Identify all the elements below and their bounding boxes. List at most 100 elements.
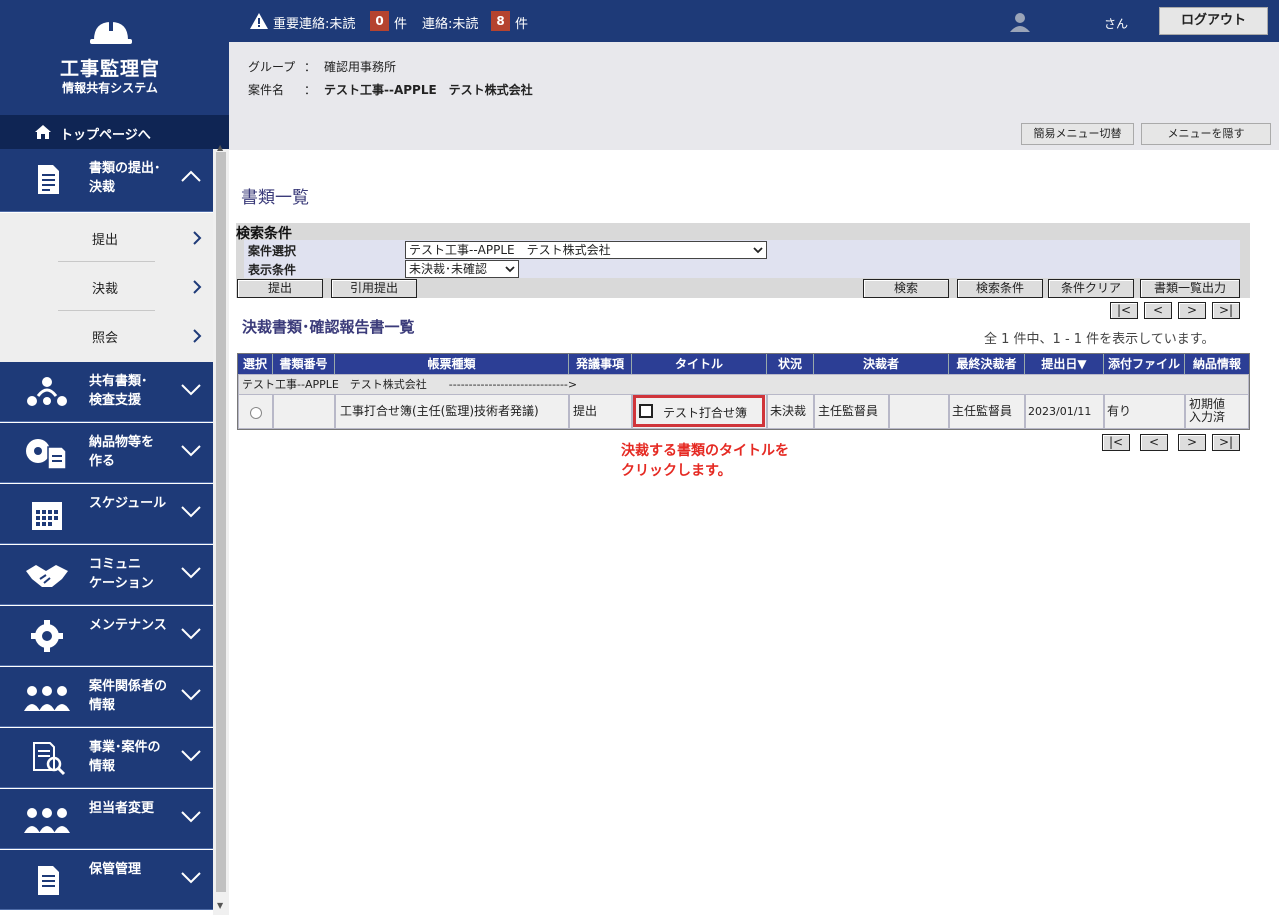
sidebar-menu: 書類の提出･ 決裁 提出 決裁 照会 共有書類･ 検査支援 納品物等を 作る ス…	[0, 149, 213, 915]
group-value: 確認用事務所	[324, 60, 397, 74]
chevron-down-icon	[181, 750, 201, 762]
column-header: 状況	[767, 354, 814, 374]
menu-item-stakeholders[interactable]: 案件関係者の 情報	[0, 667, 213, 727]
info-bar: グループ：確認用事務所 案件名：テスト工事--APPLE テスト株式会社 簡易メ…	[229, 42, 1279, 150]
menu-item-maintenance[interactable]: メンテナンス	[0, 606, 213, 666]
top-bar: 重要連絡:未読 0 件 連絡:未読 8 件 さん ログアウト	[229, 0, 1279, 42]
simple-menu-toggle-button[interactable]: 簡易メニュー切替	[1021, 123, 1134, 145]
menu-item-label: コミュニ ケーション	[89, 557, 154, 591]
logout-button[interactable]: ログアウト	[1159, 7, 1268, 35]
chevron-down-icon	[181, 872, 201, 884]
menu-item-storage[interactable]: 保管管理	[0, 850, 213, 910]
menu-item-staff-change[interactable]: 担当者変更	[0, 789, 213, 849]
chevron-right-icon	[193, 329, 202, 343]
result-count: 全 1 件中、1 - 1 件を表示しています。	[984, 332, 1215, 347]
document-icon	[38, 165, 59, 194]
top-page-link[interactable]: トップページへ	[0, 115, 229, 149]
search-button[interactable]: 検索	[863, 279, 949, 298]
approver-cell: 主任監督員	[815, 395, 889, 428]
column-header: 添付ファイル	[1104, 354, 1185, 374]
search-conditions-button[interactable]: 検索条件	[957, 279, 1043, 298]
important-unit: 件	[394, 17, 408, 32]
important-unread-label[interactable]: 重要連絡:未読	[273, 13, 355, 32]
chevron-right-icon	[193, 231, 202, 245]
submenu-item-inquiry[interactable]: 照会	[0, 311, 213, 362]
document-icon	[38, 866, 59, 895]
group-row: テスト工事--APPLE テスト株式会社 -------------------…	[239, 375, 1248, 394]
pager-first-button[interactable]: |<	[1102, 434, 1130, 451]
page-title: 書類一覧	[241, 188, 309, 208]
menu-item-label: 担当者変更	[89, 801, 155, 816]
document-title-text[interactable]: テスト打合せ簿	[663, 404, 747, 421]
scroll-up-icon[interactable]: ▲	[217, 143, 223, 152]
chevron-down-icon	[181, 811, 201, 823]
menu-item-label: 書類の提出･ 決裁	[89, 161, 161, 195]
submenu-item-submit[interactable]: 提出	[0, 213, 213, 262]
doc-number-cell	[274, 395, 335, 428]
display-condition-select[interactable]: 未決裁･未確認	[405, 260, 519, 278]
column-header: 選択	[238, 354, 273, 374]
pager-first-button[interactable]: |<	[1110, 302, 1138, 319]
important-unread-count[interactable]: 0	[370, 11, 389, 31]
chevron-down-icon	[181, 384, 201, 396]
gear-icon	[31, 620, 63, 652]
menu-item-label: 事業･案件の 情報	[89, 740, 161, 774]
menu-item-label: 案件関係者の 情報	[89, 679, 168, 713]
submit-button[interactable]: 提出	[237, 279, 323, 298]
people-icon	[24, 808, 70, 833]
chevron-down-icon	[181, 689, 201, 701]
pager-last-button[interactable]: >|	[1212, 302, 1240, 319]
approver-extra-cell	[890, 395, 949, 428]
contact-unread-count[interactable]: 8	[491, 11, 510, 31]
display-condition-value: 未決裁･未確認	[409, 262, 488, 276]
menu-item-shared-docs[interactable]: 共有書類･ 検査支援	[0, 362, 213, 422]
menu-item-deliverables[interactable]: 納品物等を 作る	[0, 423, 213, 483]
case-select[interactable]: テスト工事--APPLE テスト株式会社	[405, 241, 767, 259]
document-title-link[interactable]: テスト打合せ簿	[633, 395, 765, 427]
menu-item-project-info[interactable]: 事業･案件の 情報	[0, 728, 213, 788]
case-select-value: テスト工事--APPLE テスト株式会社	[409, 243, 611, 257]
menu-item-documents[interactable]: 書類の提出･ 決裁	[0, 149, 213, 212]
user-name-suffix: さん	[1104, 17, 1129, 31]
sidebar-scrollbar[interactable]: ▲ ▼	[213, 143, 229, 915]
user-icon	[1010, 13, 1030, 32]
row-select-radio[interactable]	[250, 407, 262, 419]
menu-item-label: 納品物等を 作る	[89, 435, 155, 469]
search-panel: 案件選択 表示条件 テスト工事--APPLE テスト株式会社 未決裁･未確認	[244, 240, 1240, 278]
contact-unread-label[interactable]: 連絡:未読	[422, 13, 478, 32]
sort-column-header[interactable]: 提出日▼	[1025, 354, 1104, 374]
form-type-cell: 工事打合せ簿(主任(監理)技術者発議)	[336, 395, 569, 428]
hardhat-icon	[90, 21, 132, 44]
chevron-down-icon	[181, 628, 201, 640]
pager-prev-button[interactable]: <	[1140, 434, 1168, 451]
app-title: 工事監理官	[59, 58, 160, 80]
app-root: 工事監理官 情報共有システム トップページへ 書類の提出･ 決裁 提出 決裁 照…	[0, 0, 1279, 915]
export-list-button[interactable]: 書類一覧出力	[1140, 279, 1240, 298]
issue-cell: 提出	[570, 395, 632, 428]
column-header: 帳票種類	[335, 354, 569, 374]
pager-next-button[interactable]: >	[1178, 434, 1206, 451]
pager-next-button[interactable]: >	[1178, 302, 1206, 319]
menu-item-communication[interactable]: コミュニ ケーション	[0, 545, 213, 605]
pager-prev-button[interactable]: <	[1144, 302, 1172, 319]
column-header: 決裁者	[814, 354, 949, 374]
chevron-down-icon	[181, 567, 201, 579]
scrollbar-thumb[interactable]	[216, 152, 226, 892]
submenu-item-approve[interactable]: 決裁	[0, 262, 213, 311]
cite-submit-button[interactable]: 引用提出	[331, 279, 417, 298]
menu-item-schedule[interactable]: スケジュール	[0, 484, 213, 544]
case-select-label: 案件選択	[248, 244, 297, 258]
list-title: 決裁書類･確認報告書一覧	[242, 318, 415, 336]
scroll-down-icon[interactable]: ▼	[217, 901, 223, 910]
clear-conditions-button[interactable]: 条件クリア	[1048, 279, 1134, 298]
contact-unit: 件	[515, 17, 529, 32]
people-icon	[24, 686, 70, 711]
team-share-icon	[27, 377, 67, 406]
disc-document-icon	[26, 439, 67, 470]
select-cell	[239, 395, 273, 428]
title-checkbox[interactable]	[639, 404, 653, 418]
hide-menu-button[interactable]: メニューを隠す	[1141, 123, 1271, 145]
home-icon	[35, 125, 51, 139]
pager-last-button[interactable]: >|	[1212, 434, 1240, 451]
sidebar: 工事監理官 情報共有システム トップページへ 書類の提出･ 決裁 提出 決裁 照…	[0, 0, 229, 915]
